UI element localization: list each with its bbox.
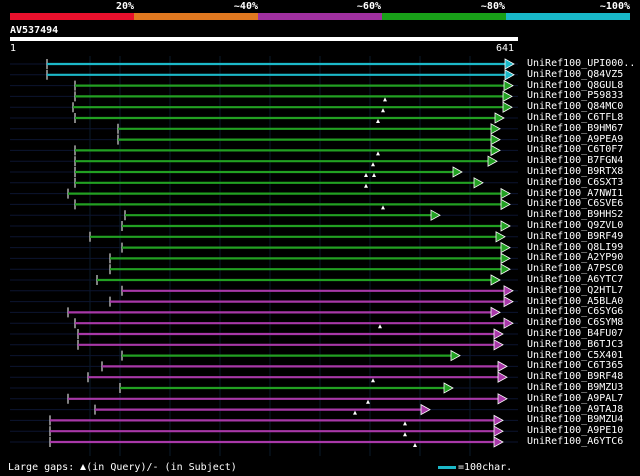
hit-arrow-head — [500, 220, 511, 232]
large-gaps-legend: Large gaps: (in Query)/- (in Subject) — [8, 462, 237, 473]
hit-arrow-head — [497, 360, 508, 373]
query-gap-marker — [376, 119, 380, 123]
hit-label[interactable]: UniRef100_C6SVE6 — [527, 199, 623, 209]
hit-label[interactable]: UniRef100_A9PE10 — [527, 426, 623, 436]
hit-arrow-head — [493, 436, 504, 448]
query-gap-marker — [413, 443, 417, 447]
hit-arrow-head — [502, 90, 513, 103]
hit-arrow-head — [420, 403, 431, 416]
hit-label[interactable]: UniRef100_B9RTX8 — [527, 167, 623, 177]
hit-label[interactable]: UniRef100_B4FU07 — [527, 329, 623, 339]
hit-arrow-head — [494, 112, 505, 124]
hit-label[interactable]: UniRef100_Q8GUL8 — [527, 80, 623, 91]
hit-label[interactable]: UniRef100_A2YP90 — [527, 253, 623, 263]
scale-label: =100char. — [458, 462, 513, 473]
hit-label[interactable]: UniRef100_C6SXT3 — [527, 177, 623, 188]
hit-arrow-head — [443, 382, 454, 394]
hit-arrow-head — [503, 295, 514, 308]
hit-arrow-head — [493, 414, 504, 427]
query-gap-marker — [403, 421, 407, 426]
query-gap-marker — [403, 432, 407, 437]
hit-arrow-head — [500, 198, 511, 211]
hit-label[interactable]: UniRef100_B9RF48 — [527, 372, 623, 382]
query-gap-marker — [371, 162, 375, 167]
query-gap-marker — [364, 183, 368, 188]
hit-arrow-head — [497, 371, 508, 383]
hit-label[interactable]: UniRef100_A5BLA0 — [527, 296, 623, 307]
hit-arrow-head — [495, 231, 506, 243]
hit-label[interactable]: UniRef100_B9RF49 — [527, 231, 623, 242]
query-gap-marker — [376, 151, 380, 156]
hit-label[interactable]: UniRef100_B7FGN4 — [527, 156, 623, 166]
hit-arrow-head — [493, 339, 504, 351]
hit-arrow-head — [490, 144, 501, 157]
hit-label[interactable]: UniRef100_C6T0F7 — [527, 145, 623, 155]
hit-label[interactable]: UniRef100_Q2HTL7 — [527, 285, 623, 296]
hit-label[interactable]: UniRef100_Q9ZVL0 — [527, 221, 623, 231]
hit-label[interactable]: UniRef100_A9PEA9 — [527, 134, 623, 145]
hit-arrow-head — [430, 209, 441, 221]
hit-arrow-head — [500, 241, 511, 254]
query-gap-marker — [353, 410, 357, 415]
query-gap-marker — [366, 399, 370, 404]
hit-arrow-head — [490, 306, 501, 319]
hit-label[interactable]: UniRef100_B9HM67 — [527, 123, 623, 134]
hit-arrow-head — [504, 58, 515, 70]
hit-arrow-head — [450, 349, 461, 362]
query-gap-marker — [381, 108, 385, 113]
hit-arrow-head — [502, 101, 513, 113]
hit-label[interactable]: UniRef100_A9TAJ8 — [527, 404, 623, 415]
hit-arrow-head — [490, 274, 501, 286]
hit-label[interactable]: UniRef100_A7PSC0 — [527, 264, 623, 274]
hit-arrow-head — [500, 263, 511, 275]
query-gap-marker — [378, 324, 382, 329]
hit-arrow-head — [452, 166, 463, 178]
hit-label[interactable]: UniRef100_P59833 — [527, 91, 623, 101]
hit-arrow-head — [500, 187, 511, 200]
hit-label[interactable]: UniRef100_A6YTC6 — [527, 437, 623, 447]
query-gap-marker — [372, 173, 376, 177]
hit-label[interactable]: UniRef100_B6TJC3 — [527, 339, 623, 350]
hit-label[interactable]: UniRef100_UPI000.. — [527, 59, 635, 69]
hit-arrow-head — [490, 133, 501, 146]
hit-label[interactable]: UniRef100_C6T365 — [527, 361, 623, 371]
hit-arrow-head — [493, 328, 504, 340]
hit-arrow-head — [503, 317, 514, 329]
hit-label[interactable]: UniRef100_A6YTC7 — [527, 275, 623, 285]
hit-label[interactable]: UniRef100_C6SYG6 — [527, 307, 623, 317]
large-gaps-label: Large gaps: — [8, 462, 75, 473]
hit-arrow-head — [503, 79, 514, 92]
query-gap-marker — [381, 205, 385, 210]
hit-label[interactable]: UniRef100_Q8LI99 — [527, 242, 623, 253]
hit-label[interactable]: UniRef100_A7NWI1 — [527, 188, 623, 199]
hit-arrow-head — [490, 123, 501, 135]
in-query-label: (in Query)/ — [86, 462, 153, 473]
hit-arrow-head — [493, 425, 504, 437]
scale-legend: =100char. — [438, 462, 512, 473]
hit-label[interactable]: UniRef100_C6SYM8 — [527, 318, 623, 328]
hit-label[interactable]: UniRef100_B9MZU4 — [527, 415, 623, 425]
hit-arrow-head — [497, 393, 508, 405]
hit-label[interactable]: UniRef100_C5X401 — [527, 350, 623, 361]
hit-arrow-head — [504, 69, 515, 81]
in-subject-label: (in Subject) — [158, 462, 237, 473]
hit-arrow-head — [487, 155, 498, 167]
hit-label[interactable]: UniRef100_A9PAL7 — [527, 393, 623, 404]
hit-label[interactable]: UniRef100_Q84VZ5 — [527, 69, 623, 80]
query-gap-marker — [364, 173, 368, 177]
hit-label[interactable]: UniRef100_Q84MC0 — [527, 102, 623, 112]
query-gap-marker — [383, 97, 387, 102]
query-gap-marker — [371, 378, 375, 383]
hit-arrow-head — [500, 252, 511, 265]
hit-label[interactable]: UniRef100_C6TFL8 — [527, 113, 623, 123]
hit-arrow-head — [503, 285, 514, 297]
scale-line-icon — [438, 465, 456, 469]
hit-label[interactable]: UniRef100_B9MZU3 — [527, 383, 623, 393]
hit-label[interactable]: UniRef100_B9HHS2 — [527, 210, 623, 220]
hit-arrow-head — [473, 177, 484, 189]
